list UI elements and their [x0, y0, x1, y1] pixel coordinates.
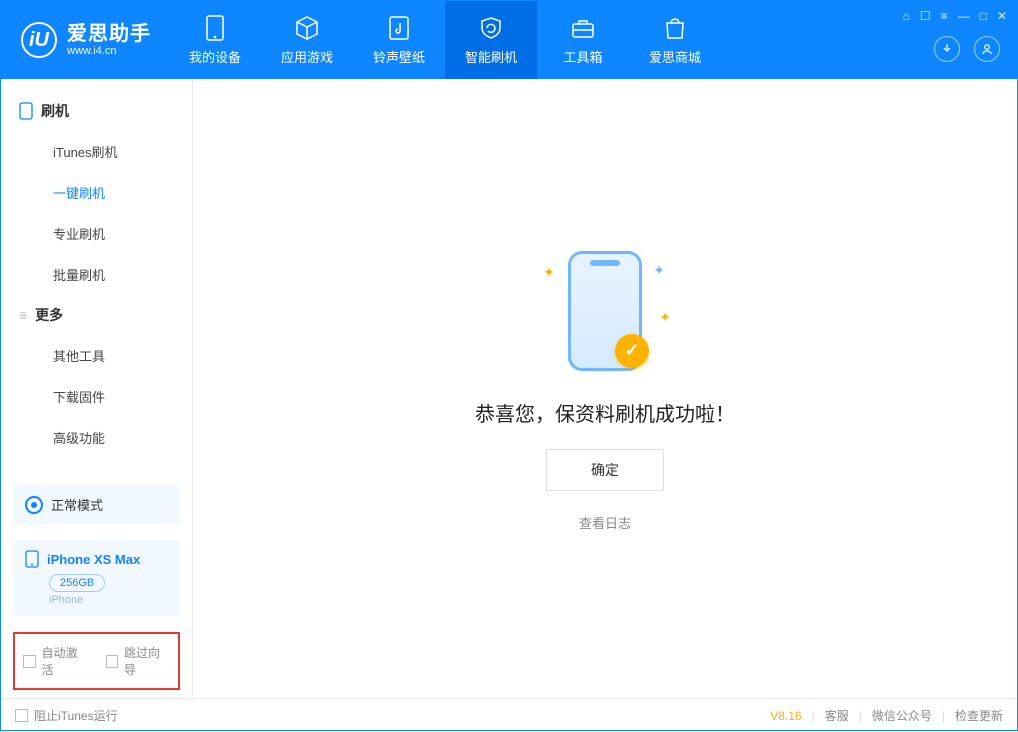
- footer-link-wechat[interactable]: 微信公众号: [872, 707, 932, 724]
- checkbox-skip-guide[interactable]: 跳过向导: [106, 644, 171, 678]
- maximize-icon[interactable]: □: [980, 9, 987, 23]
- nav-apps-games[interactable]: 应用游戏: [261, 1, 353, 79]
- nav-store[interactable]: 爱思商城: [629, 1, 721, 79]
- sidebar-group-flash: 刷机: [1, 91, 192, 131]
- main-content: ✦ ✦ ✦ ✓ 恭喜您，保资料刷机成功啦！ 确定 查看日志: [193, 79, 1017, 698]
- nav-smart-flash[interactable]: 智能刷机: [445, 1, 537, 79]
- sidebar-item-itunes-flash[interactable]: iTunes刷机: [1, 131, 192, 172]
- bag-icon: [662, 15, 688, 41]
- checkbox-auto-activate[interactable]: 自动激活: [23, 644, 88, 678]
- brand-logo-icon: iU: [21, 22, 57, 58]
- tshirt-icon[interactable]: ⌂: [903, 9, 910, 23]
- device-capacity: 256GB: [49, 574, 105, 592]
- menu-icon[interactable]: ≡: [941, 9, 948, 23]
- sidebar-item-download-firmware[interactable]: 下载固件: [1, 376, 192, 417]
- sidebar-item-advanced[interactable]: 高级功能: [1, 417, 192, 458]
- checkbox-label: 阻止iTunes运行: [34, 707, 118, 724]
- header: iU 爱思助手 www.i4.cn 我的设备 应用游戏 铃声壁纸 智能刷机 工具…: [1, 1, 1017, 79]
- sidebar-item-pro-flash[interactable]: 专业刷机: [1, 213, 192, 254]
- checkbox-icon: [23, 655, 36, 668]
- sidebar-group-label: 刷机: [41, 101, 69, 121]
- separator: |: [859, 709, 862, 723]
- success-illustration: ✦ ✦ ✦ ✓: [525, 246, 685, 376]
- sidebar-item-other-tools[interactable]: 其他工具: [1, 335, 192, 376]
- brand-subtitle: www.i4.cn: [67, 45, 151, 57]
- titlebar-controls: ⌂ ☐ ≡ — □ ✕: [903, 9, 1007, 23]
- feedback-icon[interactable]: ☐: [920, 9, 931, 23]
- brand: iU 爱思助手 www.i4.cn: [1, 1, 169, 79]
- sidebar: 刷机 iTunes刷机 一键刷机 专业刷机 批量刷机 ≡ 更多 其他工具 下载固…: [1, 79, 193, 698]
- checkbox-icon: [106, 655, 119, 668]
- ok-button[interactable]: 确定: [546, 449, 664, 491]
- device-phone-icon: [25, 550, 39, 568]
- header-circle-icons: [934, 36, 1000, 62]
- nav-label: 应用游戏: [281, 47, 333, 66]
- top-nav: 我的设备 应用游戏 铃声壁纸 智能刷机 工具箱 爱思商城: [169, 1, 721, 79]
- device-info-box[interactable]: iPhone XS Max 256GB iPhone: [13, 540, 180, 616]
- sidebar-item-batch-flash[interactable]: 批量刷机: [1, 254, 192, 295]
- options-highlight-box: 自动激活 跳过向导: [13, 632, 180, 690]
- version-label: V8.16: [770, 709, 801, 723]
- phone-outline-icon: [19, 102, 33, 120]
- mode-indicator-icon: [25, 496, 43, 514]
- checkbox-label: 跳过向导: [124, 644, 170, 678]
- nav-label: 铃声壁纸: [373, 47, 425, 66]
- nav-label: 工具箱: [563, 47, 602, 66]
- sidebar-group-label: 更多: [35, 305, 63, 325]
- nav-my-device[interactable]: 我的设备: [169, 1, 261, 79]
- sparkle-icon: ✦: [659, 309, 671, 326]
- cube-icon: [294, 15, 320, 41]
- user-icon[interactable]: [974, 36, 1000, 62]
- sidebar-item-oneclick-flash[interactable]: 一键刷机: [1, 172, 192, 213]
- checkbox-icon: [15, 709, 28, 722]
- device-name-row: iPhone XS Max: [25, 550, 168, 568]
- checkmark-badge-icon: ✓: [615, 334, 649, 368]
- checkbox-block-itunes[interactable]: 阻止iTunes运行: [15, 707, 118, 724]
- toolbox-icon: [570, 15, 596, 41]
- success-message: 恭喜您，保资料刷机成功啦！: [475, 398, 735, 427]
- minimize-icon[interactable]: —: [958, 9, 970, 23]
- mode-status-box[interactable]: 正常模式: [13, 485, 180, 524]
- footer-link-support[interactable]: 客服: [825, 707, 849, 724]
- sparkle-icon: ✦: [543, 264, 555, 281]
- brand-text: 爱思助手 www.i4.cn: [67, 23, 151, 57]
- footer-right: V8.16 | 客服 | 微信公众号 | 检查更新: [770, 707, 1003, 724]
- sidebar-group-more: ≡ 更多: [1, 295, 192, 335]
- footer-link-update[interactable]: 检查更新: [955, 707, 1003, 724]
- checkbox-label: 自动激活: [42, 644, 88, 678]
- music-file-icon: [386, 15, 412, 41]
- device-type: iPhone: [49, 594, 168, 606]
- view-log-link[interactable]: 查看日志: [579, 513, 631, 532]
- close-icon[interactable]: ✕: [997, 9, 1007, 23]
- nav-label: 我的设备: [189, 47, 241, 66]
- list-icon: ≡: [19, 307, 27, 323]
- mode-label: 正常模式: [51, 495, 103, 514]
- nav-ringtones-wallpapers[interactable]: 铃声壁纸: [353, 1, 445, 79]
- brand-title: 爱思助手: [67, 23, 151, 45]
- nav-toolbox[interactable]: 工具箱: [537, 1, 629, 79]
- nav-label: 智能刷机: [465, 47, 517, 66]
- separator: |: [812, 709, 815, 723]
- sparkle-icon: ✦: [653, 262, 665, 279]
- separator: |: [942, 709, 945, 723]
- download-icon[interactable]: [934, 36, 960, 62]
- refresh-shield-icon: [478, 15, 504, 41]
- footer: 阻止iTunes运行 V8.16 | 客服 | 微信公众号 | 检查更新: [1, 698, 1017, 732]
- nav-label: 爱思商城: [649, 47, 701, 66]
- device-name: iPhone XS Max: [47, 552, 140, 567]
- phone-icon: [202, 15, 228, 41]
